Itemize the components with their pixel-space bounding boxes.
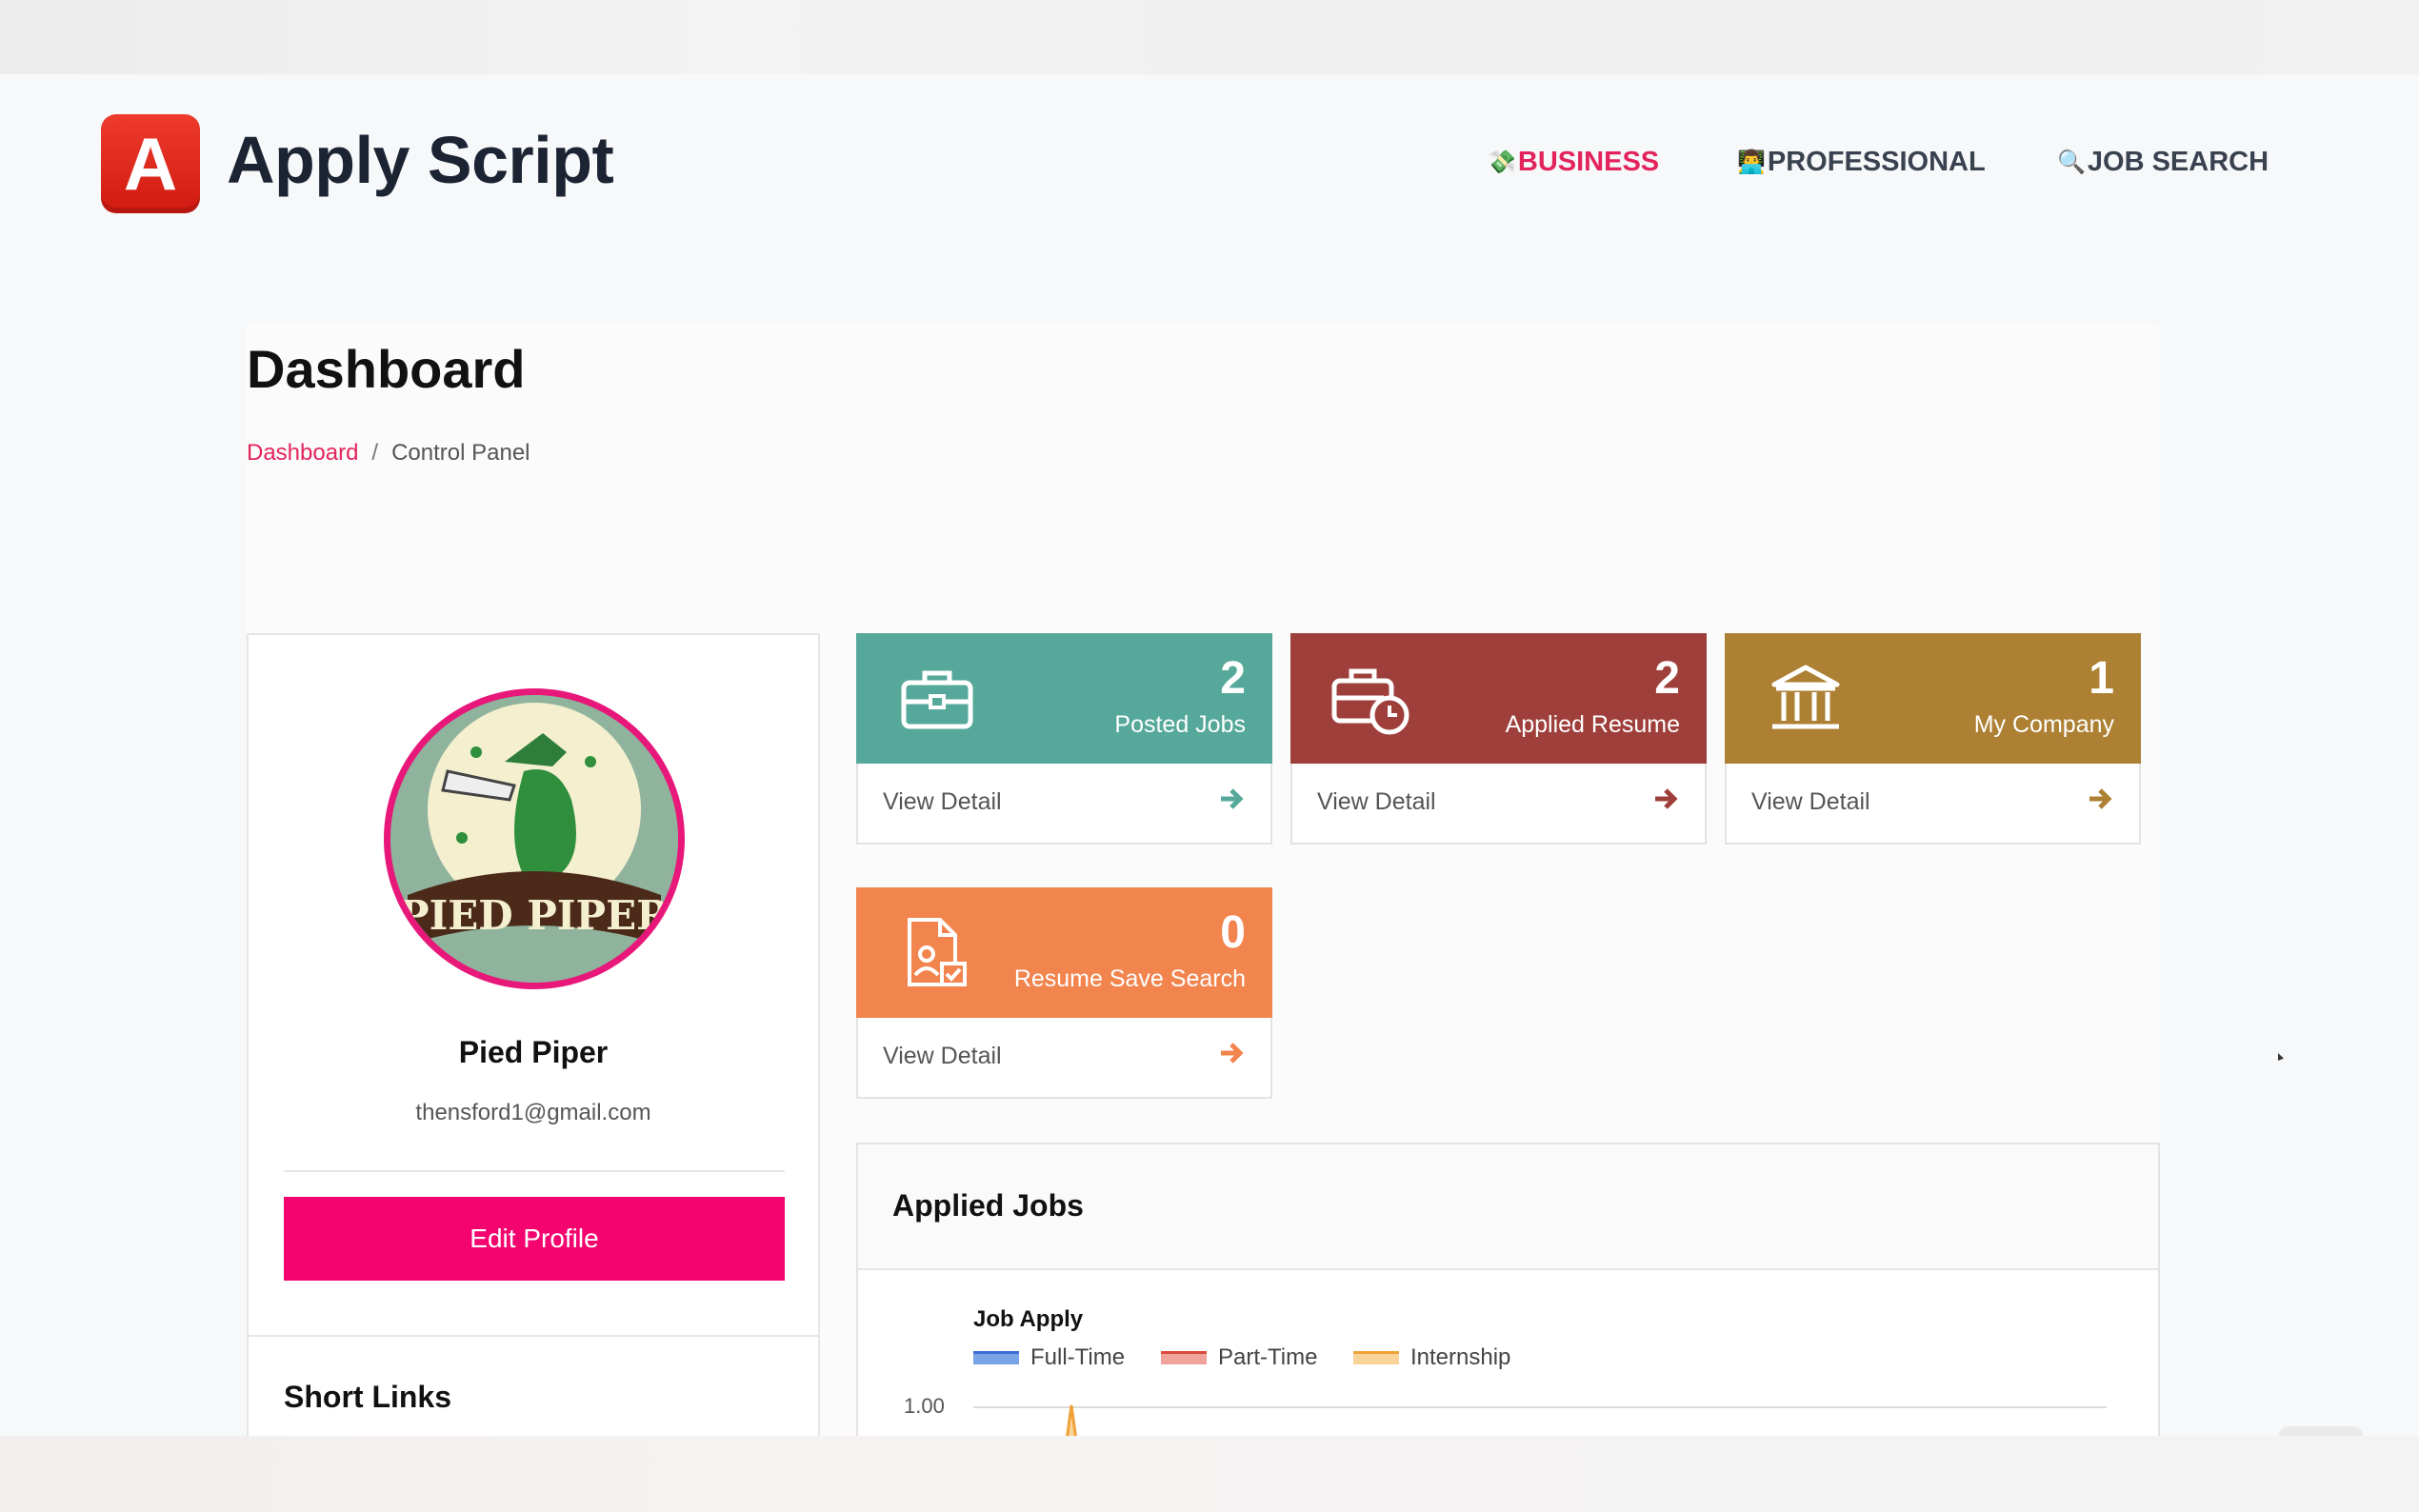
legend-swatch [973, 1351, 1019, 1364]
bank-icon [1771, 665, 1840, 729]
my-company-count: 1 [2089, 653, 2114, 704]
edit-profile-button[interactable]: Edit Profile [284, 1197, 785, 1281]
arrow-right-icon[interactable] [1651, 785, 1680, 813]
view-detail-link[interactable]: View Detail [883, 1043, 1002, 1070]
applied-jobs-card: Applied Jobs Job Apply Full-Time Part-Ti… [856, 1143, 2160, 1489]
briefcase-icon [901, 670, 973, 729]
view-detail-link[interactable]: View Detail [1317, 788, 1436, 816]
profile-card: PIED PIPER Pied Piper thensford1@gmail.c… [247, 633, 820, 1452]
applied-resume-card: 2 Applied Resume View Detail [1290, 633, 1707, 845]
profile-email: thensford1@gmail.com [415, 1100, 651, 1125]
y-tick-label: 1.00 [904, 1394, 945, 1418]
legend-label: Full-Time [1030, 1344, 1126, 1370]
legend-item-full-time[interactable]: Full-Time [973, 1344, 1125, 1371]
nav-business-label: BUSINESS [1517, 147, 1660, 177]
profile-name: Pied Piper [458, 1035, 609, 1069]
applied-resume-footer[interactable]: View Detail [1292, 764, 1705, 843]
posted-jobs-label: Posted Jobs [1114, 711, 1246, 738]
pied-piper-logo: PIED PIPER [390, 695, 678, 983]
posted-jobs-count: 2 [1220, 653, 1246, 704]
applied-jobs-title: Applied Jobs [892, 1188, 1084, 1223]
resume-save-search-footer[interactable]: View Detail [858, 1018, 1270, 1097]
resume-save-search-card: 0 Resume Save Search View Detail [856, 887, 1272, 1099]
nav-job-search-label: JOB SEARCH [2087, 147, 2269, 177]
divider [249, 1335, 818, 1337]
grid-line [973, 1406, 2107, 1408]
page-title: Dashboard [247, 339, 526, 399]
divider [284, 1170, 785, 1172]
nav-professional[interactable]: 👨‍💻 PROFESSIONAL [1737, 147, 1986, 178]
breadcrumb-separator: / [371, 440, 379, 466]
legend-label: Part-Time [1218, 1344, 1318, 1370]
posted-jobs-card: 2 Posted Jobs View Detail [856, 633, 1272, 845]
applied-jobs-header: Applied Jobs [858, 1144, 2158, 1270]
brand-logo[interactable]: A [101, 114, 200, 213]
bottom-blur-band [0, 1436, 2419, 1512]
arrow-right-icon[interactable] [1217, 1039, 1246, 1067]
my-company-label: My Company [1973, 711, 2114, 738]
nav-job-search[interactable]: 🔍 JOB SEARCH [2057, 147, 2269, 178]
resume-save-search-label: Resume Save Search [1013, 965, 1246, 992]
resume-save-search-count: 0 [1220, 907, 1246, 958]
applied-resume-header: 2 Applied Resume [1290, 633, 1707, 764]
posted-jobs-footer[interactable]: View Detail [858, 764, 1270, 843]
arrow-right-icon[interactable] [2086, 785, 2114, 813]
applied-resume-label: Applied Resume [1505, 711, 1680, 738]
money-icon: 💸 [1488, 149, 1516, 175]
my-company-footer[interactable]: View Detail [1727, 764, 2139, 843]
breadcrumb-current: Control Panel [391, 440, 530, 466]
nav-professional-label: PROFESSIONAL [1767, 147, 1986, 177]
mouse-cursor [2278, 1053, 2284, 1061]
short-links-heading: Short Links [284, 1380, 452, 1414]
top-blur-band [0, 0, 2419, 74]
logo-letter: A [123, 122, 178, 206]
applied-resume-count: 2 [1654, 653, 1680, 704]
posted-jobs-header: 2 Posted Jobs [856, 633, 1272, 764]
resume-save-search-header: 0 Resume Save Search [856, 887, 1272, 1018]
my-company-header: 1 My Company [1725, 633, 2141, 764]
my-company-card: 1 My Company View Detail [1725, 633, 2141, 845]
legend-label: Internship [1410, 1344, 1511, 1370]
view-detail-link[interactable]: View Detail [883, 788, 1002, 816]
magnifier-icon: 🔍 [2057, 149, 2086, 175]
arrow-right-icon[interactable] [1217, 785, 1246, 813]
nav-business[interactable]: 💸 BUSINESS [1488, 147, 1659, 178]
avatar-wordmark: PIED PIPER [399, 892, 670, 939]
avatar: PIED PIPER [384, 688, 685, 989]
chart-title: Job Apply [973, 1306, 1084, 1332]
legend-swatch [1161, 1351, 1207, 1364]
brand-name[interactable]: Apply Script [227, 122, 614, 198]
technologist-icon: 👨‍💻 [1737, 149, 1766, 175]
legend-item-part-time[interactable]: Part-Time [1161, 1344, 1317, 1371]
resume-check-icon [908, 918, 967, 986]
legend-item-internship[interactable]: Internship [1353, 1344, 1510, 1371]
briefcase-clock-icon [1331, 668, 1409, 735]
legend-swatch [1353, 1351, 1399, 1364]
view-detail-link[interactable]: View Detail [1751, 788, 1870, 816]
breadcrumb: Dashboard / Control Panel [247, 440, 530, 467]
breadcrumb-dashboard-link[interactable]: Dashboard [247, 440, 358, 466]
